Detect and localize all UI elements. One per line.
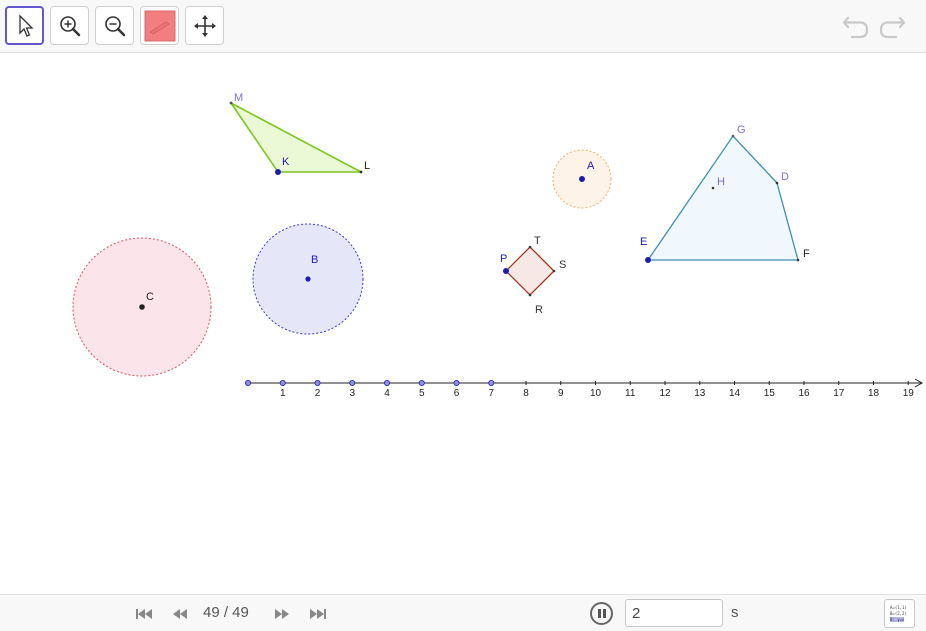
move-graphics-view-button[interactable] — [185, 6, 224, 45]
zoom-out-button[interactable] — [95, 6, 134, 45]
label-k: K — [282, 156, 290, 168]
tick-label: 8 — [523, 388, 529, 399]
label-g: G — [737, 124, 746, 136]
tick-label: 7 — [488, 388, 495, 399]
label-f: F — [803, 248, 810, 260]
number-line-point[interactable] — [418, 379, 425, 386]
speed-unit: s — [731, 604, 739, 621]
tick-label: 9 — [557, 388, 564, 399]
tick-label: 15 — [763, 388, 775, 399]
tick-label: 12 — [659, 388, 671, 399]
point-c[interactable] — [139, 304, 145, 310]
tick-label: 3 — [349, 388, 356, 399]
redo-icon — [879, 16, 906, 39]
tick-label: 18 — [867, 388, 880, 399]
point-e[interactable] — [645, 257, 651, 263]
label-l: L — [364, 160, 371, 172]
arrow-pointer-icon — [18, 13, 34, 37]
tick-label: 2 — [314, 388, 321, 399]
label-p: P — [500, 253, 508, 265]
redo-button[interactable] — [877, 12, 907, 44]
number-line-point[interactable] — [314, 379, 321, 386]
label-m: M — [234, 92, 244, 104]
tick-label: 11 — [625, 388, 636, 399]
speed-input[interactable] — [625, 599, 723, 627]
label-e: E — [640, 236, 648, 248]
tick-label: 10 — [589, 388, 602, 399]
point-m[interactable] — [229, 101, 233, 105]
skip-to-start-button[interactable] — [134, 606, 154, 622]
square-ptsr[interactable] — [505, 246, 555, 296]
step-forward-button[interactable] — [272, 606, 292, 622]
algebra-view-toggle[interactable]: A=(1,1) B=(2,2) B: y=x — [884, 599, 915, 628]
label-b: B — [311, 254, 319, 266]
number-line-point[interactable] — [349, 379, 356, 386]
point-l[interactable] — [359, 170, 363, 174]
skip-to-end-icon — [310, 609, 326, 619]
point-g[interactable] — [731, 134, 735, 138]
move-tool-button[interactable] — [5, 6, 44, 45]
point-h[interactable] — [711, 186, 715, 190]
toolbar — [0, 0, 926, 53]
number-line-point[interactable] — [383, 379, 390, 386]
label-t: T — [534, 235, 541, 247]
step-counter: 49 / 49 — [203, 604, 249, 621]
label-h: H — [717, 176, 725, 188]
color-style-button[interactable] — [140, 6, 179, 45]
playback-bar: 49 / 49 s A=(1,1) B=(2,2) B: y=x — [0, 594, 926, 631]
label-s: S — [559, 259, 567, 271]
label-a: A — [587, 160, 595, 172]
step-back-button[interactable] — [170, 606, 190, 622]
tick-label: 13 — [694, 388, 706, 399]
tick-label: 16 — [798, 388, 810, 399]
pause-icon — [597, 609, 601, 618]
skip-to-start-icon — [136, 609, 152, 619]
point-p[interactable] — [503, 268, 509, 274]
graphics-view[interactable]: M K L A B C P T S R E F D G H 1234567891… — [0, 54, 926, 594]
algebra-icon-line-1: A=(1,1) — [890, 605, 907, 610]
triangle-klm[interactable] — [230, 102, 362, 173]
number-line-point[interactable] — [488, 379, 495, 386]
point-d[interactable] — [775, 181, 779, 185]
number-line-point[interactable] — [279, 379, 286, 386]
tick-label: 14 — [728, 388, 741, 399]
tick-label: 19 — [902, 388, 914, 399]
algebra-icon-line-3: B: y=x — [890, 617, 905, 622]
quadrilateral-efdg[interactable] — [646, 134, 799, 261]
tick-label: 4 — [384, 388, 390, 399]
point-f[interactable] — [796, 258, 800, 262]
point-s[interactable] — [552, 269, 556, 273]
label-r: R — [535, 304, 543, 316]
point-a[interactable] — [579, 176, 585, 182]
point-k[interactable] — [275, 169, 281, 175]
skip-to-end-button[interactable] — [308, 606, 328, 622]
step-back-icon — [173, 609, 187, 619]
tick-label: 17 — [833, 388, 845, 399]
point-b[interactable] — [305, 276, 311, 282]
pause-button[interactable] — [590, 602, 613, 625]
tick-label: 1 — [279, 388, 286, 399]
label-d: D — [781, 171, 789, 183]
algebra-icon-line-2: B=(2,2) — [890, 611, 907, 616]
tick-label: 5 — [418, 388, 425, 399]
move-arrows-icon — [193, 14, 216, 37]
undo-icon — [842, 16, 869, 39]
label-c: C — [146, 291, 154, 303]
number-line-point[interactable] — [244, 379, 251, 386]
point-t[interactable] — [528, 245, 532, 249]
undo-button[interactable] — [841, 12, 871, 44]
geometry-canvas — [72, 101, 924, 388]
zoom-in-icon — [59, 15, 80, 36]
geogebra-app: M K L A B C P T S R E F D G H 1234567891… — [0, 0, 926, 631]
point-r[interactable] — [528, 293, 532, 297]
step-forward-icon — [275, 609, 289, 619]
tick-label: 6 — [453, 388, 460, 399]
zoom-in-button[interactable] — [50, 6, 89, 45]
color-swatch-icon — [144, 10, 175, 41]
zoom-out-icon — [104, 15, 125, 36]
number-line-point[interactable] — [453, 379, 460, 386]
